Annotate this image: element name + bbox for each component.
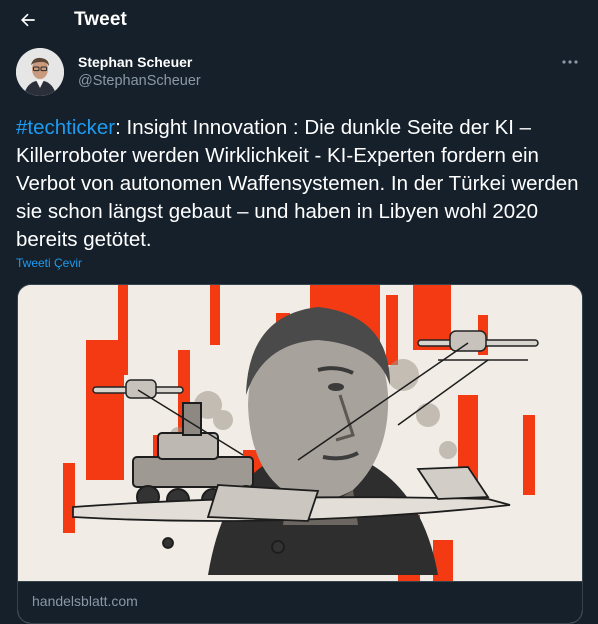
author-handle[interactable]: @StephanScheuer [78,73,201,89]
page-title: Tweet [74,9,127,30]
translate-tweet-link[interactable]: Tweeti Çevir [16,256,82,270]
avatar-image [16,48,64,96]
more-horizontal-icon [562,60,578,64]
top-bar: Tweet [0,0,598,40]
link-card[interactable]: handelsblatt.com [17,284,583,624]
author-name[interactable]: Stephan Scheuer [78,54,192,70]
card-domain: handelsblatt.com [32,593,138,609]
hashtag-link[interactable]: #techticker [16,116,115,139]
arrow-left-icon [21,13,35,27]
card-footer: handelsblatt.com [18,581,582,623]
card-illustration [18,285,582,581]
tweet-text: #techticker: Insight Innovation : Die du… [16,114,586,254]
more-options-button[interactable] [558,52,582,72]
avatar[interactable] [16,48,64,96]
tweet-author: Stephan Scheuer @StephanScheuer [16,46,582,98]
back-button[interactable] [12,4,44,36]
